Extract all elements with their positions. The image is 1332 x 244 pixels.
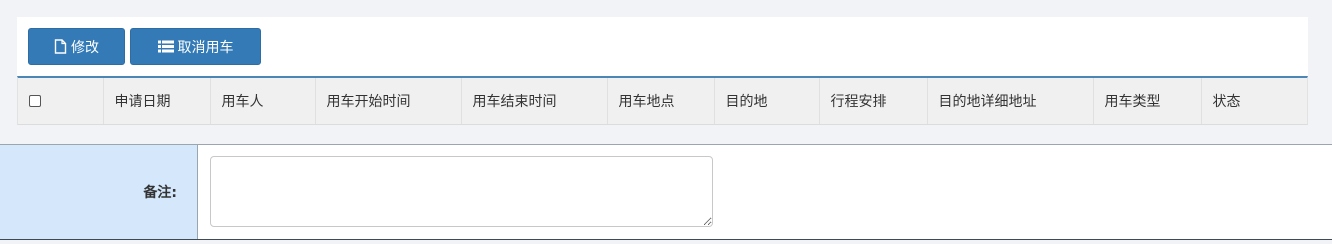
- remark-label: 备注:: [0, 145, 198, 239]
- content-panel: 修改 取消用车 申请日期 用车人 用车开始时间 用车结束时间 用车地点 目的地 …: [17, 17, 1308, 125]
- column-header[interactable]: 用车开始时间: [315, 78, 462, 124]
- modify-button[interactable]: 修改: [28, 28, 125, 65]
- column-header[interactable]: 行程安排: [819, 78, 928, 124]
- column-header[interactable]: 状态: [1201, 78, 1307, 124]
- data-grid-header: 申请日期 用车人 用车开始时间 用车结束时间 用车地点 目的地 行程安排 目的地…: [17, 76, 1308, 125]
- column-header[interactable]: 目的地: [714, 78, 820, 124]
- column-header[interactable]: 用车地点: [607, 78, 715, 124]
- remark-textarea[interactable]: [210, 156, 713, 227]
- column-header[interactable]: 用车类型: [1093, 78, 1202, 124]
- toolbar: 修改 取消用车: [28, 28, 261, 66]
- cancel-car-button-label: 取消用车: [177, 39, 234, 56]
- list-icon: [157, 40, 174, 53]
- select-all-header: [18, 78, 104, 124]
- remark-form-row: 备注:: [0, 144, 1332, 240]
- column-header[interactable]: 用车人: [210, 78, 316, 124]
- column-header[interactable]: 用车结束时间: [461, 78, 608, 124]
- document-icon: [54, 39, 67, 54]
- modify-button-label: 修改: [71, 39, 99, 56]
- select-all-checkbox[interactable]: [29, 95, 41, 107]
- cancel-car-button[interactable]: 取消用车: [130, 28, 261, 65]
- column-header[interactable]: 目的地详细地址: [927, 78, 1094, 124]
- column-header[interactable]: 申请日期: [103, 78, 211, 124]
